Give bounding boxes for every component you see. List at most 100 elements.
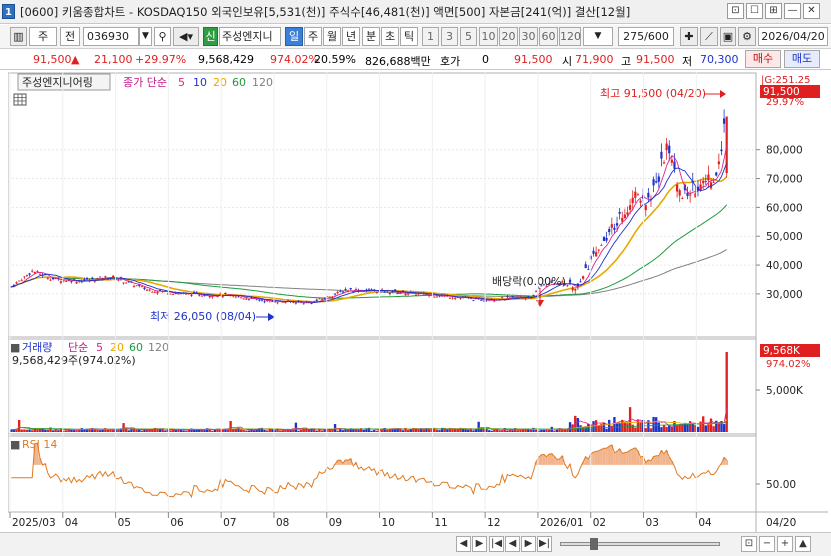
zoom-slider[interactable] — [560, 542, 720, 546]
speaker-icon[interactable]: ◀▾ — [173, 27, 199, 46]
tab-week[interactable]: 주 — [304, 27, 322, 46]
volume-bar — [158, 428, 162, 432]
volume-bar — [516, 430, 519, 432]
scroll-prev-icon[interactable]: ◀ — [505, 536, 520, 552]
volume-bar — [610, 425, 613, 432]
volume-pct-label: 974.02% — [766, 359, 811, 370]
up-arrow-icon: ▲ — [71, 53, 80, 66]
volume-bar — [75, 430, 78, 432]
interval-1[interactable]: 1 — [422, 27, 439, 46]
volume-bar — [57, 430, 60, 432]
save-icon[interactable]: ▣ — [720, 27, 736, 46]
hoga-label: 호가 — [440, 55, 461, 68]
tab-month[interactable]: 월 — [323, 27, 341, 46]
candle-body — [451, 297, 454, 299]
volume-bar — [247, 430, 251, 432]
date-input[interactable]: 2026/04/20 — [758, 27, 828, 46]
volume-bar — [357, 429, 360, 432]
vol-ma-5: 5 — [96, 341, 103, 354]
candle-body — [98, 276, 102, 278]
settings-icon[interactable]: ⚙ — [738, 27, 756, 46]
tab-year[interactable]: 년 — [342, 27, 360, 46]
volume-bar — [670, 426, 674, 432]
volume-bar — [122, 423, 125, 432]
candle-body — [190, 294, 193, 296]
volume-bar — [636, 419, 640, 432]
chart-area[interactable]: 주성엔지니어링 종가 단순 5 10 20 60 120 최고 91,500 (… — [7, 72, 828, 532]
interval-20[interactable]: 20 — [499, 27, 518, 46]
volume-bar — [427, 429, 431, 432]
volume-bar — [597, 425, 600, 432]
draw-line-icon[interactable]: ⟋ — [700, 27, 718, 46]
interval-60[interactable]: 60 — [539, 27, 558, 46]
candle-body — [28, 273, 31, 275]
price-type-select[interactable]: 전 — [60, 27, 80, 46]
trade-amount: 826,688백만 — [365, 55, 431, 68]
zoom-out-icon[interactable]: − — [759, 536, 775, 552]
volume-bar — [96, 429, 99, 432]
interval-10[interactable]: 10 — [479, 27, 498, 46]
volume-bar — [145, 430, 149, 432]
interval-5[interactable]: 5 — [460, 27, 477, 46]
search-icon[interactable]: ⚲ — [154, 27, 171, 46]
tab-second[interactable]: 초 — [381, 27, 399, 46]
price-tick-label: 30,000 — [766, 289, 803, 301]
low-price: 70,300 — [700, 53, 739, 66]
stock-code-input[interactable]: 036930 — [83, 27, 139, 46]
scroll-next-icon[interactable]: ▶ — [521, 536, 536, 552]
zoom-slider-handle[interactable] — [590, 538, 598, 550]
candle-body — [618, 211, 621, 214]
restore-icon[interactable]: ⊡ — [727, 3, 744, 19]
chart-svg[interactable]: 주성엔지니어링 종가 단순 5 10 20 60 120 최고 91,500 (… — [7, 72, 828, 532]
zoom-in-icon[interactable]: + — [777, 536, 793, 552]
table-icon[interactable] — [13, 93, 27, 106]
candle-body — [524, 298, 527, 300]
sell-button[interactable]: 매도 — [784, 50, 820, 68]
volume-bar — [130, 429, 133, 432]
scroll-right-icon[interactable]: ▶ — [472, 536, 487, 552]
volume-bar — [681, 423, 684, 432]
scroll-start-icon[interactable]: |◀ — [489, 536, 504, 552]
current-price: 91,500 — [33, 53, 72, 66]
minimize-button[interactable]: — — [784, 3, 801, 19]
volume-bar — [451, 429, 454, 432]
scroll-left-icon[interactable]: ◀ — [456, 536, 471, 552]
candle-body — [46, 277, 49, 279]
period-type-select[interactable]: 주 — [29, 27, 57, 46]
tab-day[interactable]: 일 — [285, 27, 303, 46]
fit-icon[interactable]: ⊡ — [741, 536, 757, 552]
candle-body — [59, 281, 63, 283]
candle-body — [85, 278, 89, 280]
volume-bar — [72, 430, 76, 432]
candle-count-input[interactable]: 275/600 — [618, 27, 674, 46]
code-dropdown-icon[interactable]: ▼ — [139, 27, 152, 46]
volume-bar — [51, 430, 55, 432]
collapse-icon[interactable]: ▲ — [795, 536, 811, 552]
scroll-end-icon[interactable]: ▶| — [537, 536, 552, 552]
stock-name-field: 주성엔지니 — [219, 27, 281, 46]
layout-icon[interactable]: ▥ — [10, 27, 27, 46]
volume-bar — [561, 429, 564, 432]
candle-body — [70, 281, 73, 283]
candle-body — [631, 197, 634, 204]
buy-button[interactable]: 매수 — [745, 50, 781, 68]
interval-3[interactable]: 3 — [441, 27, 458, 46]
close-button[interactable]: ✕ — [803, 3, 820, 19]
interval-dropdown[interactable]: ▼ — [583, 27, 613, 46]
candle-body — [628, 205, 632, 210]
candle-body — [720, 149, 723, 152]
volume-bar — [500, 430, 504, 432]
price-panel-title: 주성엔지니어링 — [22, 76, 93, 89]
maximize-icon[interactable]: ☐ — [746, 3, 763, 19]
interval-30[interactable]: 30 — [519, 27, 538, 46]
crosshair-icon[interactable]: ✚ — [680, 27, 698, 46]
volume-bar — [406, 429, 410, 432]
volume-bar — [691, 423, 694, 432]
volume-bar — [315, 430, 318, 432]
candle-body — [31, 270, 34, 272]
interval-120[interactable]: 120 — [559, 27, 581, 46]
tab-minute[interactable]: 분 — [362, 27, 380, 46]
tile-icon[interactable]: ⊞ — [765, 3, 782, 19]
candle-body — [198, 294, 201, 296]
tab-tick[interactable]: 틱 — [400, 27, 418, 46]
